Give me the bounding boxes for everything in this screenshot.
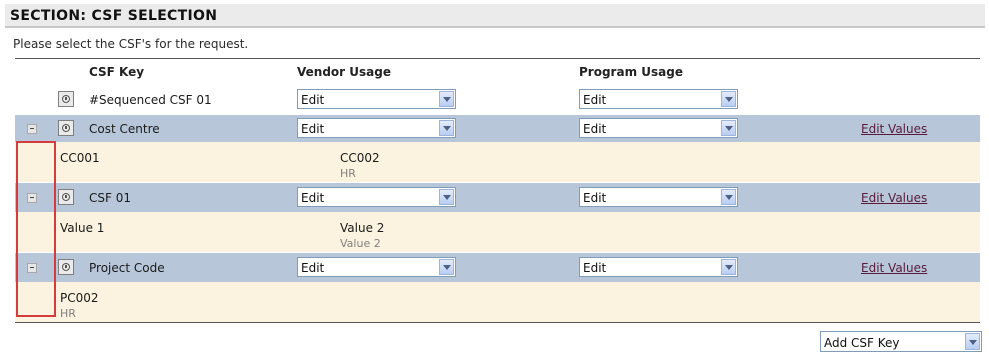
csf-key-label: Project Code: [89, 261, 165, 275]
edit-values-link[interactable]: Edit Values: [861, 191, 927, 205]
csf-row-csf-01: CSF 01 Edit Edit Edit Values: [15, 182, 980, 212]
csf-table: CSF Key Vendor Usage Program Usage #Sequ…: [15, 58, 980, 323]
calculator-icon[interactable]: [58, 259, 74, 275]
program-usage-value: Edit: [583, 191, 607, 205]
csf-row-sequenced-csf-01: #Sequenced CSF 01 Edit Edit: [15, 86, 980, 114]
edit-values-link[interactable]: Edit Values: [861, 122, 927, 136]
csf-value-description: Value 2: [340, 237, 381, 250]
vendor-usage-select[interactable]: Edit: [297, 187, 456, 207]
csf-value: Value 2: [340, 221, 385, 235]
column-header-csf-key: CSF Key: [89, 65, 145, 79]
calculator-icon[interactable]: [58, 91, 74, 107]
vendor-usage-value: Edit: [301, 191, 325, 205]
program-usage-select[interactable]: Edit: [579, 118, 738, 138]
chevron-down-icon[interactable]: [439, 91, 454, 107]
minus-icon[interactable]: [27, 124, 37, 134]
chevron-down-icon[interactable]: [721, 120, 736, 136]
calculator-icon[interactable]: [58, 189, 74, 205]
add-csf-key-select[interactable]: Add CSF Key: [820, 331, 982, 352]
csf-key-label: CSF 01: [89, 191, 131, 205]
vendor-usage-value: Edit: [301, 261, 325, 275]
program-usage-select[interactable]: Edit: [579, 257, 738, 277]
section-header: SECTION: CSF SELECTION: [5, 4, 985, 28]
csf-value: CC002: [340, 151, 380, 165]
csf-key-label: Cost Centre: [89, 122, 160, 136]
vendor-usage-value: Edit: [301, 122, 325, 136]
column-header-program-usage: Program Usage: [579, 65, 683, 79]
program-usage-select[interactable]: Edit: [579, 187, 738, 207]
csf-value: CC001: [60, 151, 100, 165]
program-usage-value: Edit: [583, 122, 607, 136]
vendor-usage-select[interactable]: Edit: [297, 257, 456, 277]
chevron-down-icon[interactable]: [439, 120, 454, 136]
chevron-down-icon[interactable]: [439, 189, 454, 205]
program-usage-value: Edit: [583, 93, 607, 107]
chevron-down-icon[interactable]: [439, 259, 454, 275]
csf-row-project-code: Project Code Edit Edit Edit Values: [15, 252, 980, 282]
csf-values-project-code: PC002 HR: [15, 282, 980, 322]
vendor-usage-select[interactable]: Edit: [297, 89, 456, 109]
section-title: SECTION: CSF SELECTION: [10, 8, 218, 24]
csf-values-cost-centre: CC001 CC002 HR: [15, 142, 980, 182]
csf-values-csf-01: Value 1 Value 2 Value 2: [15, 212, 980, 252]
column-header-vendor-usage: Vendor Usage: [297, 65, 391, 79]
vendor-usage-select[interactable]: Edit: [297, 118, 456, 138]
csf-value: Value 1: [60, 221, 105, 235]
calculator-icon[interactable]: [58, 120, 74, 136]
csf-row-cost-centre: Cost Centre Edit Edit Edit Values: [15, 114, 980, 142]
add-csf-key-value: Add CSF Key: [824, 336, 900, 350]
edit-values-link[interactable]: Edit Values: [861, 261, 927, 275]
csf-value: PC002: [60, 291, 99, 305]
highlight-frame: [16, 141, 56, 317]
csf-value-description: HR: [60, 307, 76, 320]
vendor-usage-value: Edit: [301, 93, 325, 107]
chevron-down-icon[interactable]: [721, 91, 736, 107]
instructions-text: Please select the CSF's for the request.: [13, 37, 249, 51]
csf-key-label: #Sequenced CSF 01: [89, 93, 212, 107]
chevron-down-icon[interactable]: [965, 333, 980, 350]
chevron-down-icon[interactable]: [721, 189, 736, 205]
csf-value-description: HR: [340, 167, 356, 180]
chevron-down-icon[interactable]: [721, 259, 736, 275]
program-usage-select[interactable]: Edit: [579, 89, 738, 109]
program-usage-value: Edit: [583, 261, 607, 275]
